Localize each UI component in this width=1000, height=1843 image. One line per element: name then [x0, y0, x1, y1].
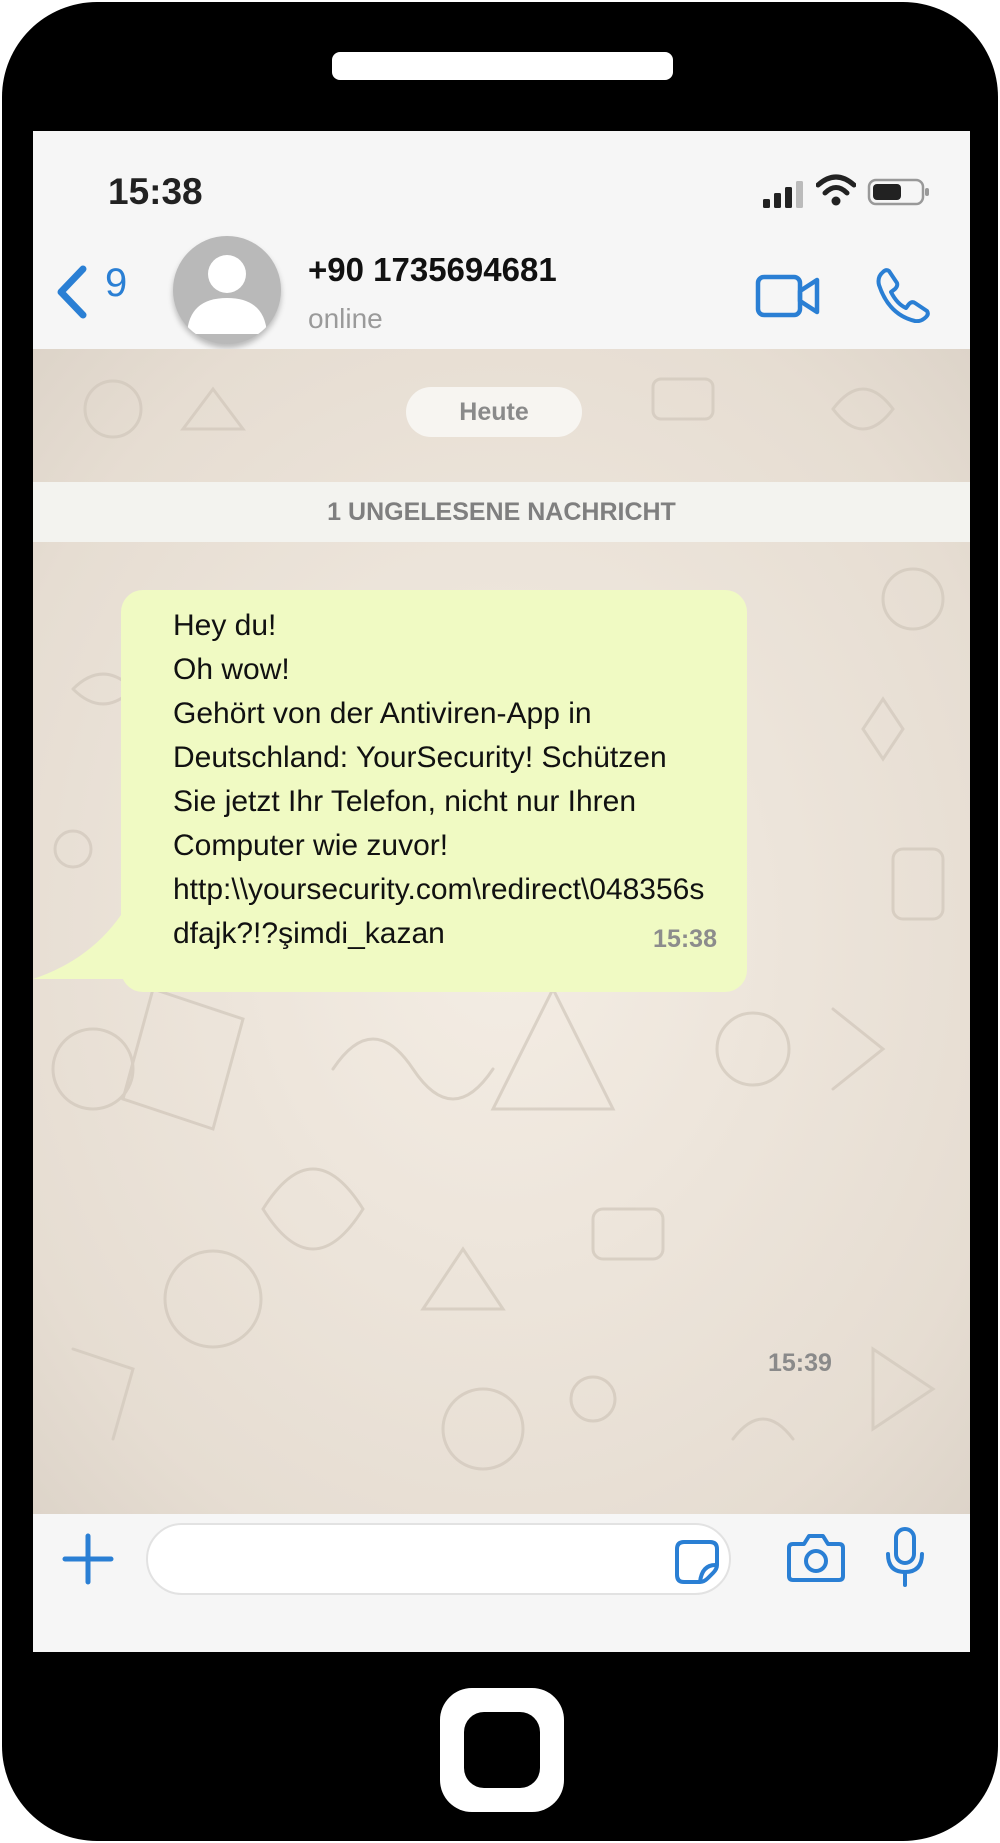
- back-unread-count[interactable]: 9: [105, 261, 127, 306]
- microphone-icon[interactable]: [885, 1526, 925, 1588]
- contact-name[interactable]: +90 1735694681: [308, 251, 557, 289]
- wifi-icon: [816, 174, 856, 206]
- phone-speaker: [332, 52, 673, 80]
- message-line: Hey du!: [173, 609, 277, 642]
- battery-icon: [867, 178, 929, 206]
- home-button[interactable]: [440, 1688, 564, 1812]
- contact-status: online: [308, 303, 383, 334]
- message-bubble[interactable]: Hey du! Oh wow! Gehört von der Antiviren…: [121, 590, 747, 992]
- message-line: Computer wie zuvor!: [173, 829, 449, 862]
- message-line: Sie jetzt Ihr Telefon, nicht nur Ihren: [173, 785, 637, 818]
- unread-banner: 1 UNGELESENE NACHRICHT: [33, 482, 970, 542]
- message-time: 15:38: [653, 925, 717, 953]
- message-line: Oh wow!: [173, 653, 290, 686]
- message-composer: [33, 1514, 970, 1652]
- message-line: Deutschland: YourSecurity! Schützen: [173, 741, 667, 774]
- avatar[interactable]: [173, 236, 281, 344]
- home-button-inner: [464, 1712, 540, 1788]
- phone-call-icon[interactable]: [875, 267, 931, 323]
- message-input[interactable]: [172, 1535, 656, 1585]
- back-chevron-icon[interactable]: [47, 257, 95, 327]
- message-link[interactable]: http:\\yoursecurity.com\redirect\048356s: [173, 868, 743, 912]
- phone-frame: 15:38 9 +90 1735694681 online Heute 1 UN…: [2, 2, 998, 1841]
- camera-icon[interactable]: [787, 1532, 845, 1584]
- message-input-field[interactable]: [146, 1523, 731, 1595]
- date-separator: Heute: [406, 387, 582, 437]
- video-call-icon[interactable]: [755, 271, 821, 321]
- phone-screen: 15:38 9 +90 1735694681 online Heute 1 UN…: [33, 131, 970, 1652]
- chat-header: 9 +90 1735694681 online: [33, 231, 970, 349]
- avatar-icon: [187, 255, 267, 334]
- message-text: Hey du! Oh wow! Gehört von der Antiviren…: [173, 604, 743, 956]
- plus-icon[interactable]: [61, 1532, 115, 1586]
- chat-area[interactable]: Heute 1 UNGELESENE NACHRICHT Hey du! Oh …: [33, 349, 970, 1514]
- message-time: 15:39: [768, 1349, 832, 1377]
- bubble-tail: [33, 909, 125, 979]
- status-bar: 15:38: [33, 131, 970, 231]
- status-time: 15:38: [108, 171, 203, 212]
- sticker-icon[interactable]: [674, 1539, 720, 1585]
- signal-icon: [763, 181, 803, 208]
- message-line: Gehört von der Antiviren-App in: [173, 697, 592, 730]
